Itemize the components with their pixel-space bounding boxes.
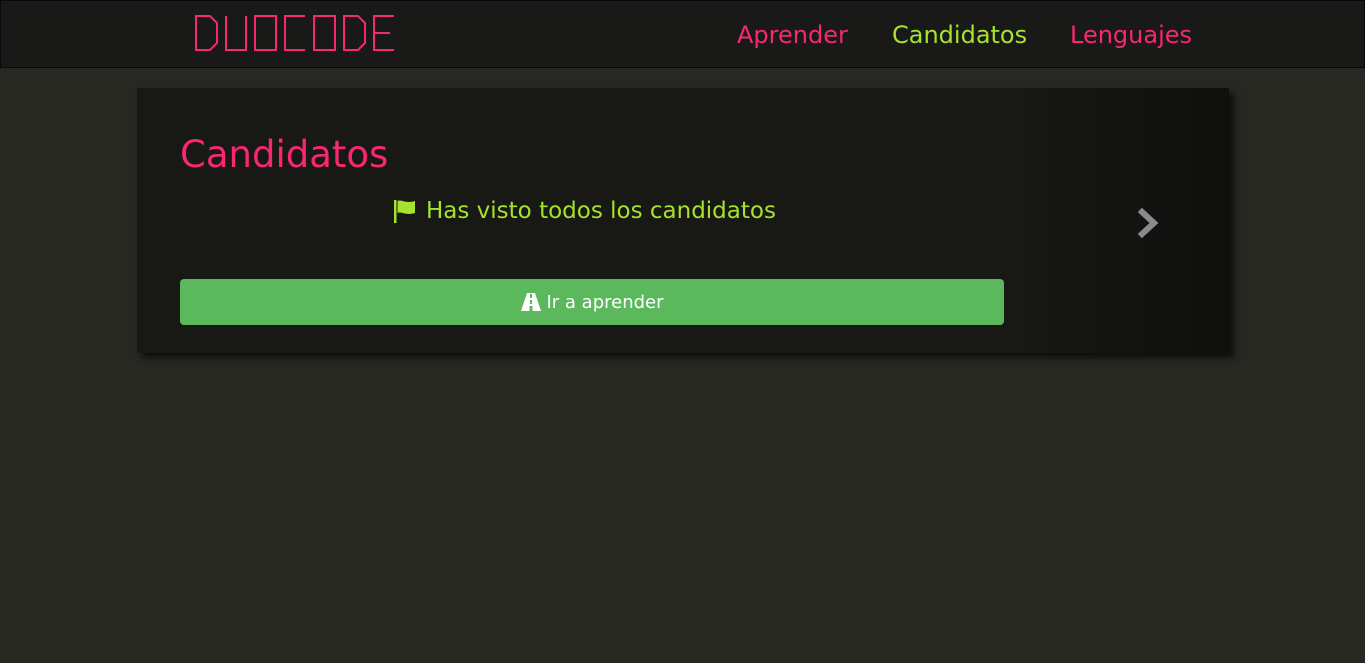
top-navbar: Aprender Candidatos Lenguajes <box>0 0 1365 68</box>
page-title: Candidatos <box>180 133 389 176</box>
chevron-right-icon[interactable] <box>1137 207 1163 239</box>
flag-icon <box>394 200 415 223</box>
go-learn-button[interactable]: Ir a aprender <box>180 279 1004 325</box>
nav-candidatos-link[interactable]: Candidatos <box>892 20 1027 50</box>
candidates-panel: Candidatos Has visto todos los candidato… <box>137 88 1229 353</box>
all-seen-text: Has visto todos los candidatos <box>426 198 776 224</box>
go-learn-label: Ir a aprender <box>546 291 664 313</box>
nav-lenguajes-link[interactable]: Lenguajes <box>1070 20 1192 50</box>
all-seen-message: Has visto todos los candidatos <box>394 194 776 228</box>
road-icon <box>521 293 542 311</box>
nav-aprender-link[interactable]: Aprender <box>737 20 848 50</box>
duocode-logo[interactable] <box>194 14 396 52</box>
